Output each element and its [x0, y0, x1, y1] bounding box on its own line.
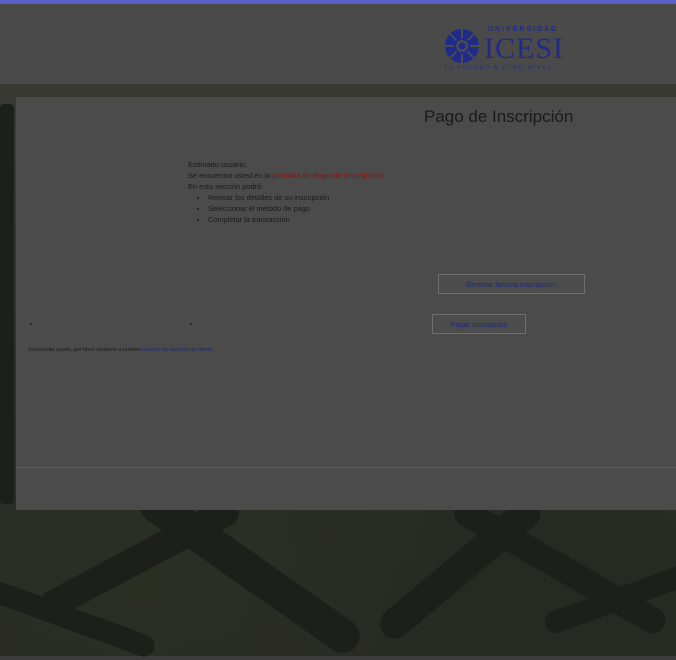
- page-title: Pago de Inscripción: [424, 107, 574, 126]
- icesi-seal-icon: [445, 29, 479, 63]
- list-item: Seleccionar el método de pago: [208, 203, 488, 214]
- list-item: Revisar los detalles de su inscripción: [208, 192, 488, 203]
- help-text: Si necesita ayuda, por favor contacte a …: [28, 347, 215, 353]
- info-message: Estimado usuario, Se encuentra usted en …: [188, 159, 488, 225]
- list-item: Completar la transacción: [208, 214, 488, 225]
- logo-name-text: ICESI: [484, 32, 564, 65]
- pay-inscription-button[interactable]: Pagar Inscripción: [432, 314, 526, 334]
- icesi-logo[interactable]: UNIVERSIDAD ICESI TU FUTURO A OTRO NIVEL: [442, 20, 582, 80]
- panel-footer: [16, 467, 676, 511]
- greeting-text: Estimado usuario,: [188, 160, 248, 169]
- customer-service-link[interactable]: servicio de atención al cliente.: [142, 347, 214, 353]
- generate-invoice-button[interactable]: Generar factura inscripción.: [438, 274, 585, 294]
- separator-dot: [190, 323, 192, 325]
- site-header: UNIVERSIDAD ICESI TU FUTURO A OTRO NIVEL: [0, 4, 676, 84]
- steps-list: Revisar los detalles de su inscripción S…: [188, 192, 488, 225]
- logo-tagline: TU FUTURO A OTRO NIVEL: [444, 65, 553, 71]
- payment-panel: Pago de Inscripción Estimado usuario, Se…: [16, 97, 676, 510]
- location-text: Se encuentra usted en la pantalla de Pag…: [188, 171, 386, 180]
- intro-text: En esta sección podrá:: [188, 182, 264, 191]
- separator-dot: [30, 323, 32, 325]
- location-highlight: pantalla de Pago de inscripción.: [272, 171, 386, 180]
